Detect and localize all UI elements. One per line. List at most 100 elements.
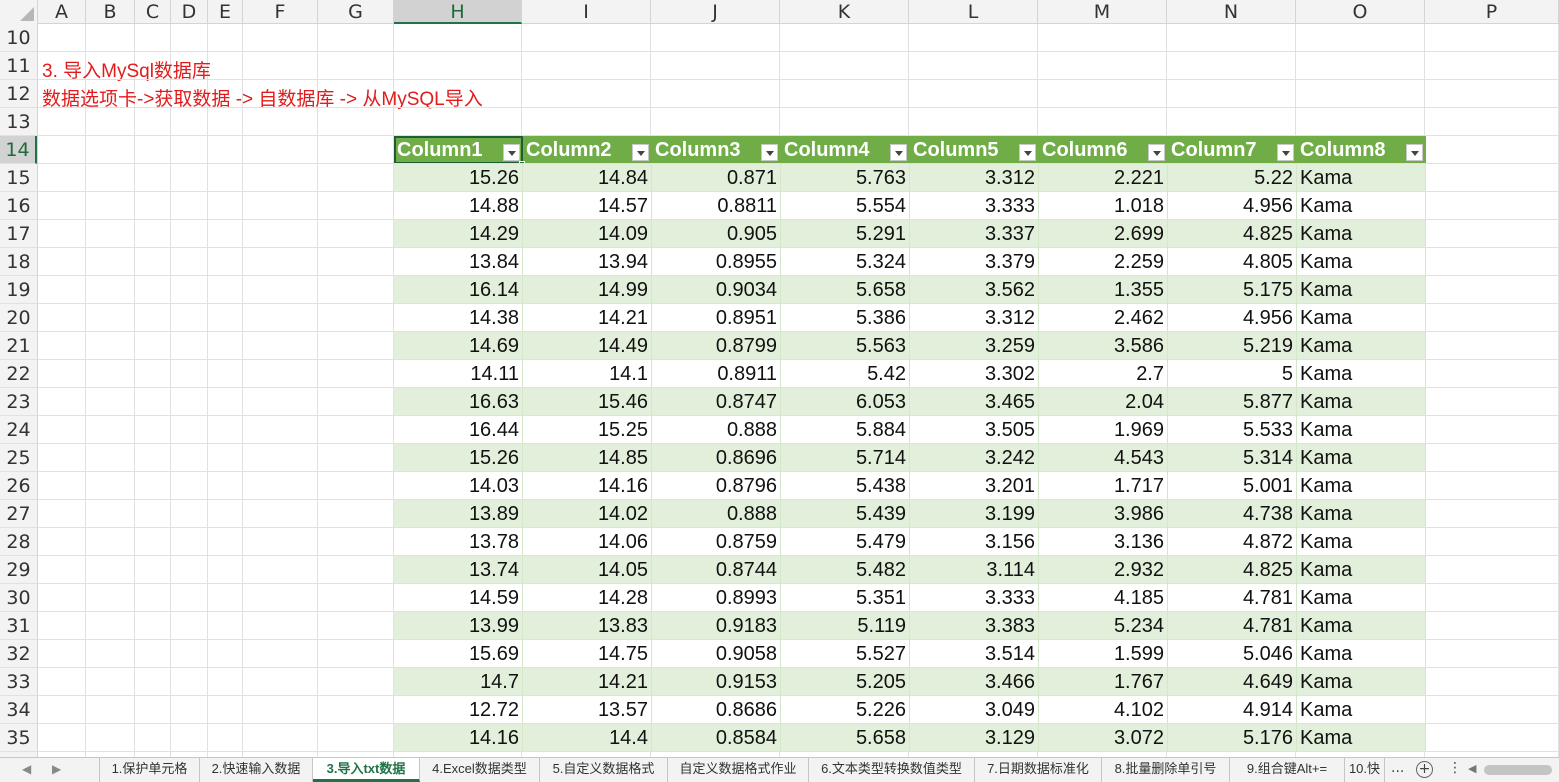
table-cell[interactable]: 5.314 — [1168, 444, 1297, 472]
table-cell[interactable]: Kama — [1297, 724, 1426, 752]
table-cell[interactable]: 5.42 — [781, 360, 910, 388]
table-cell[interactable]: 14.84 — [523, 164, 652, 192]
table-cell[interactable]: 14.09 — [523, 220, 652, 248]
table-cell[interactable]: 1.969 — [1039, 416, 1168, 444]
table-cell[interactable]: 16.63 — [394, 388, 523, 416]
table-cell[interactable]: 14.16 — [523, 472, 652, 500]
table-cell[interactable]: 14.06 — [523, 528, 652, 556]
table-cell[interactable]: 0.8759 — [652, 528, 781, 556]
table-cell[interactable]: 4.956 — [1168, 192, 1297, 220]
table-cell[interactable]: 14.03 — [394, 472, 523, 500]
table-cell[interactable]: 13.84 — [394, 248, 523, 276]
column-header-m[interactable]: M — [1038, 0, 1167, 24]
table-cell[interactable]: 14.69 — [394, 332, 523, 360]
row-header-32[interactable]: 32 — [0, 640, 37, 668]
filter-dropdown-icon[interactable] — [503, 144, 520, 161]
table-cell[interactable]: 3.302 — [910, 360, 1039, 388]
table-cell[interactable]: 0.8951 — [652, 304, 781, 332]
column-header-c[interactable]: C — [135, 0, 171, 24]
table-cell[interactable]: Kama — [1297, 276, 1426, 304]
row-header-23[interactable]: 23 — [0, 388, 37, 416]
table-cell[interactable]: 3.505 — [910, 416, 1039, 444]
table-cell[interactable]: 3.333 — [910, 584, 1039, 612]
table-cell[interactable]: 5.479 — [781, 528, 910, 556]
column-header-n[interactable]: N — [1167, 0, 1296, 24]
sheet-tab[interactable]: 7.日期数据标准化 — [975, 758, 1102, 782]
table-cell[interactable]: 5.205 — [781, 668, 910, 696]
table-cell[interactable]: Kama — [1297, 444, 1426, 472]
table-cell[interactable]: 4.781 — [1168, 584, 1297, 612]
row-header-22[interactable]: 22 — [0, 360, 37, 388]
table-cell[interactable]: 3.242 — [910, 444, 1039, 472]
table-cell[interactable]: 14.75 — [523, 640, 652, 668]
row-header-11[interactable]: 11 — [0, 52, 37, 80]
table-cell[interactable]: 0.888 — [652, 500, 781, 528]
table-cell[interactable]: 13.83 — [523, 612, 652, 640]
table-cell[interactable]: 5.386 — [781, 304, 910, 332]
table-cell[interactable]: 0.888 — [652, 416, 781, 444]
sheet-tab[interactable]: 5.自定义数据格式 — [540, 758, 668, 782]
table-cell[interactable]: Kama — [1297, 360, 1426, 388]
table-cell[interactable]: 0.905 — [652, 220, 781, 248]
column-header-j[interactable]: J — [651, 0, 780, 24]
more-tabs-ellipsis[interactable]: ... — [1391, 760, 1404, 776]
row-header-34[interactable]: 34 — [0, 696, 37, 724]
table-cell[interactable]: 3.383 — [910, 612, 1039, 640]
table-cell[interactable]: Kama — [1297, 500, 1426, 528]
row-header-12[interactable]: 12 — [0, 80, 37, 108]
row-header-19[interactable]: 19 — [0, 276, 37, 304]
table-cell[interactable]: 3.586 — [1039, 332, 1168, 360]
table-cell[interactable]: 0.8993 — [652, 584, 781, 612]
scroll-tabs-left-icon[interactable]: ◀ — [22, 762, 31, 776]
table-cell[interactable]: 3.465 — [910, 388, 1039, 416]
table-header-cell[interactable]: Column5 — [910, 136, 1039, 164]
column-header-k[interactable]: K — [780, 0, 909, 24]
table-cell[interactable]: 3.129 — [910, 724, 1039, 752]
table-cell[interactable]: 0.8686 — [652, 696, 781, 724]
table-cell[interactable]: 1.018 — [1039, 192, 1168, 220]
table-cell[interactable]: 2.462 — [1039, 304, 1168, 332]
row-header-15[interactable]: 15 — [0, 164, 37, 192]
table-cell[interactable]: 5.046 — [1168, 640, 1297, 668]
table-cell[interactable]: 3.986 — [1039, 500, 1168, 528]
table-header-cell[interactable]: Column6 — [1039, 136, 1168, 164]
tab-split-handle-icon[interactable]: ⋮ — [1448, 760, 1462, 776]
table-cell[interactable]: 13.78 — [394, 528, 523, 556]
table-cell[interactable]: Kama — [1297, 192, 1426, 220]
table-cell[interactable]: 0.8796 — [652, 472, 781, 500]
sheet-tab[interactable]: 2.快速输入数据 — [200, 758, 313, 782]
table-cell[interactable]: 5.439 — [781, 500, 910, 528]
table-cell[interactable]: 3.259 — [910, 332, 1039, 360]
row-header-13[interactable]: 13 — [0, 108, 37, 136]
table-cell[interactable]: 5.291 — [781, 220, 910, 248]
table-cell[interactable]: 0.8584 — [652, 724, 781, 752]
table-cell[interactable]: 0.8747 — [652, 388, 781, 416]
column-header-h[interactable]: H — [394, 0, 522, 24]
column-header-l[interactable]: L — [909, 0, 1038, 24]
table-cell[interactable]: 4.825 — [1168, 556, 1297, 584]
sheet-tab[interactable]: 3.导入txt数据 — [313, 758, 420, 782]
table-cell[interactable]: 4.649 — [1168, 668, 1297, 696]
row-header-35[interactable]: 35 — [0, 724, 37, 752]
row-header-21[interactable]: 21 — [0, 332, 37, 360]
filter-dropdown-icon[interactable] — [632, 144, 649, 161]
table-cell[interactable]: 4.781 — [1168, 612, 1297, 640]
row-header-20[interactable]: 20 — [0, 304, 37, 332]
row-header-24[interactable]: 24 — [0, 416, 37, 444]
row-header-29[interactable]: 29 — [0, 556, 37, 584]
table-cell[interactable]: 5.176 — [1168, 724, 1297, 752]
table-cell[interactable]: 14.29 — [394, 220, 523, 248]
table-cell[interactable]: Kama — [1297, 472, 1426, 500]
scroll-tabs-right-icon[interactable]: ▶ — [52, 762, 61, 776]
table-cell[interactable]: 4.102 — [1039, 696, 1168, 724]
table-cell[interactable]: 5.001 — [1168, 472, 1297, 500]
table-cell[interactable]: 5 — [1168, 360, 1297, 388]
table-header-cell[interactable]: Column4 — [781, 136, 910, 164]
table-cell[interactable]: 5.351 — [781, 584, 910, 612]
filter-dropdown-icon[interactable] — [890, 144, 907, 161]
table-cell[interactable]: Kama — [1297, 640, 1426, 668]
table-cell[interactable]: Kama — [1297, 528, 1426, 556]
sheet-tab[interactable]: 6.文本类型转换数值类型 — [809, 758, 975, 782]
table-cell[interactable]: Kama — [1297, 332, 1426, 360]
table-cell[interactable]: 0.8799 — [652, 332, 781, 360]
